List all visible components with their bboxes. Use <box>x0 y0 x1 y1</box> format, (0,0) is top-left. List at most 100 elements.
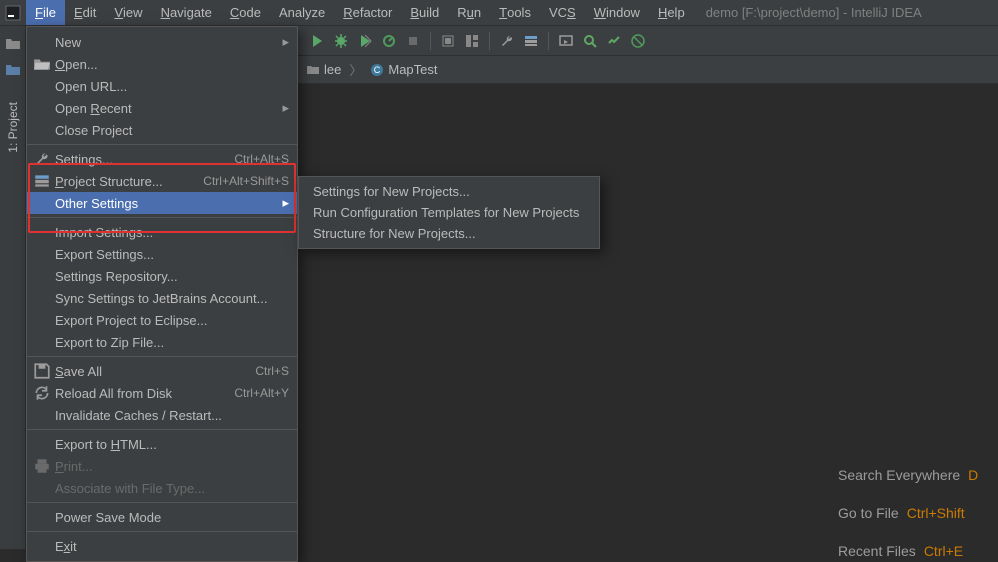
menu-item-label: Export to HTML... <box>51 437 289 452</box>
folder-icon <box>306 63 320 77</box>
menu-item-export-settings[interactable]: Export Settings... <box>27 243 297 265</box>
tip-label: Search Everywhere <box>838 456 960 494</box>
blank-icon <box>33 78 51 94</box>
toolbar-separator <box>548 32 549 50</box>
project-structure-button[interactable] <box>520 30 542 52</box>
breadcrumb-label: lee <box>324 62 341 77</box>
menu-item-label: Close Project <box>51 123 289 138</box>
menu-item-label: Export Settings... <box>51 247 289 262</box>
toolbar-separator <box>430 32 431 50</box>
menu-item-label: Settings... <box>51 152 234 167</box>
presentation-button[interactable] <box>555 30 577 52</box>
menu-item-label: Save All <box>51 364 255 379</box>
run-button[interactable] <box>306 30 328 52</box>
menu-analyze[interactable]: Analyze <box>270 0 334 25</box>
menu-item-open[interactable]: Open... <box>27 53 297 75</box>
menu-item-label: Open Recent <box>51 101 279 116</box>
layout-button[interactable] <box>461 30 483 52</box>
menu-item-open-url[interactable]: Open URL... <box>27 75 297 97</box>
menu-tools[interactable]: Tools <box>490 0 540 25</box>
menu-item-import-settings[interactable]: Import Settings... <box>27 221 297 243</box>
folder-icon[interactable] <box>5 62 21 78</box>
welcome-tips: Search EverywhereDGo to FileCtrl+ShiftRe… <box>838 456 998 562</box>
chevron-right-icon: 〉 <box>347 60 364 79</box>
submenu-arrow-icon: ▸ <box>279 34 289 50</box>
save-icon <box>33 363 51 379</box>
menu-file[interactable]: File <box>26 0 65 25</box>
left-gutter: 1: Project <box>0 26 26 549</box>
submenu-item-settings-for-new-projects[interactable]: Settings for New Projects... <box>299 181 599 202</box>
project-toolwindow-label[interactable]: 1: Project <box>6 102 20 153</box>
menu-item-label: Export to Zip File... <box>51 335 289 350</box>
menu-item-export-to-zip-file[interactable]: Export to Zip File... <box>27 331 297 353</box>
blank-icon <box>33 334 51 350</box>
reload-icon <box>33 385 51 401</box>
tip-shortcut: D <box>968 456 978 494</box>
breadcrumb-lee[interactable]: lee <box>300 62 347 77</box>
menu-item-settings[interactable]: Settings...Ctrl+Alt+S <box>27 148 297 170</box>
menu-item-export-to-html[interactable]: Export to HTML... <box>27 433 297 455</box>
project-structure-icon <box>33 173 51 189</box>
blank-icon <box>33 122 51 138</box>
menu-refactor[interactable]: Refactor <box>334 0 401 25</box>
tip-shortcut: Ctrl+Shift <box>907 494 965 532</box>
breadcrumb-label: MapTest <box>388 62 437 77</box>
blank-icon <box>33 224 51 240</box>
submenu-item-structure-for-new-projects[interactable]: Structure for New Projects... <box>299 223 599 244</box>
menu-item-label: Open... <box>51 57 289 72</box>
menu-help[interactable]: Help <box>649 0 694 25</box>
blank-icon <box>33 538 51 554</box>
menu-item-settings-repository[interactable]: Settings Repository... <box>27 265 297 287</box>
menu-edit[interactable]: Edit <box>65 0 105 25</box>
menu-item-sync-settings-to-jetbrains-account[interactable]: Sync Settings to JetBrains Account... <box>27 287 297 309</box>
folder-icon[interactable] <box>5 36 21 52</box>
debug-button[interactable] <box>330 30 352 52</box>
menu-item-label: Open URL... <box>51 79 289 94</box>
profile-button[interactable] <box>378 30 400 52</box>
toolbar-separator <box>489 32 490 50</box>
search-button[interactable] <box>579 30 601 52</box>
menu-shortcut: Ctrl+Alt+Y <box>234 386 289 400</box>
menu-item-print: Print... <box>27 455 297 477</box>
menu-run[interactable]: Run <box>448 0 490 25</box>
menu-separator <box>27 502 297 503</box>
no-warnings-button[interactable] <box>627 30 649 52</box>
attach-button[interactable] <box>437 30 459 52</box>
menu-item-label: Settings Repository... <box>51 269 289 284</box>
menu-item-export-project-to-eclipse[interactable]: Export Project to Eclipse... <box>27 309 297 331</box>
menu-item-other-settings[interactable]: Other Settings▸ <box>27 192 297 214</box>
file-menu-dropdown: New▸Open...Open URL...Open Recent▸Close … <box>26 26 298 562</box>
menu-item-open-recent[interactable]: Open Recent▸ <box>27 97 297 119</box>
menu-navigate[interactable]: Navigate <box>152 0 221 25</box>
menu-shortcut: Ctrl+Alt+S <box>234 152 289 166</box>
wrench-button[interactable] <box>496 30 518 52</box>
menu-item-save-all[interactable]: Save AllCtrl+S <box>27 360 297 382</box>
menu-code[interactable]: Code <box>221 0 270 25</box>
menu-item-new[interactable]: New▸ <box>27 31 297 53</box>
stop-button[interactable] <box>402 30 424 52</box>
class-icon: C <box>370 63 384 77</box>
menubar: FileEditViewNavigateCodeAnalyzeRefactorB… <box>0 0 998 26</box>
menu-item-exit[interactable]: Exit <box>27 535 297 557</box>
tip-label: Go to File <box>838 494 899 532</box>
menu-separator <box>27 217 297 218</box>
menu-item-close-project[interactable]: Close Project <box>27 119 297 141</box>
submenu-item-run-configuration-templates-for-new-projects[interactable]: Run Configuration Templates for New Proj… <box>299 202 599 223</box>
coverage-button[interactable] <box>354 30 376 52</box>
breadcrumb-maptest[interactable]: C MapTest <box>364 62 443 77</box>
menu-separator <box>27 531 297 532</box>
menu-item-label: Invalidate Caches / Restart... <box>51 408 289 423</box>
inspect-button[interactable] <box>603 30 625 52</box>
menu-vcs[interactable]: VCS <box>540 0 585 25</box>
menu-item-reload-all-from-disk[interactable]: Reload All from DiskCtrl+Alt+Y <box>27 382 297 404</box>
submenu-arrow-icon: ▸ <box>279 100 289 116</box>
menu-view[interactable]: View <box>105 0 151 25</box>
menu-item-project-structure[interactable]: Project Structure...Ctrl+Alt+Shift+S <box>27 170 297 192</box>
menu-item-power-save-mode[interactable]: Power Save Mode <box>27 506 297 528</box>
menu-item-invalidate-caches-restart[interactable]: Invalidate Caches / Restart... <box>27 404 297 426</box>
menu-window[interactable]: Window <box>585 0 649 25</box>
menu-item-label: Exit <box>51 539 289 554</box>
menu-item-label: Import Settings... <box>51 225 289 240</box>
menu-item-label: Print... <box>51 459 289 474</box>
menu-build[interactable]: Build <box>401 0 448 25</box>
